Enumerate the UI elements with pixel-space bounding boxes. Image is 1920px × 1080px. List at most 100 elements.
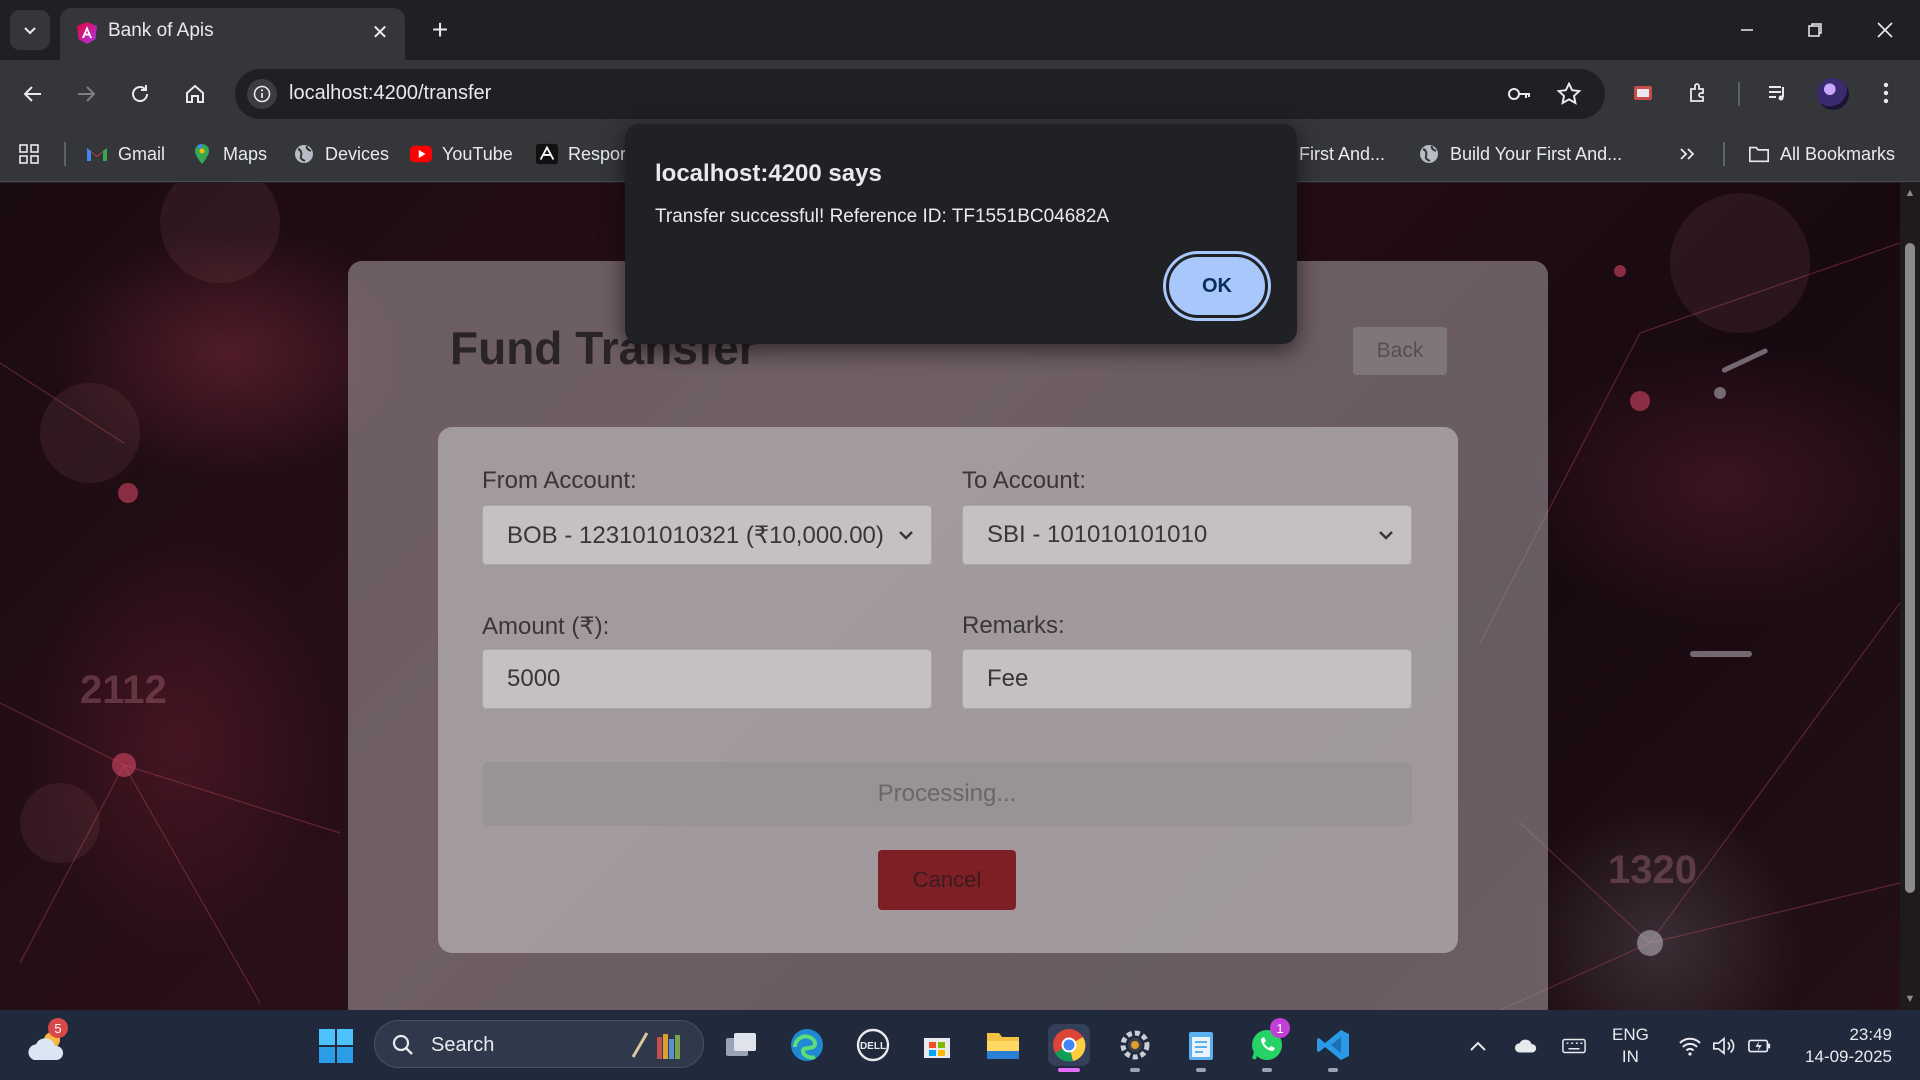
browser-tab[interactable]: Bank of Apis ✕	[60, 8, 405, 60]
region-code: IN	[1621, 1047, 1639, 1066]
edge-browser-icon[interactable]	[786, 1024, 828, 1066]
folder-icon	[1748, 143, 1770, 165]
running-app-indicator	[1196, 1068, 1206, 1072]
all-bookmarks-button[interactable]: All Bookmarks	[1748, 140, 1895, 168]
new-tab-plus-icon[interactable]: +	[422, 12, 458, 48]
bookmark-gmail[interactable]: Gmail	[86, 140, 165, 168]
to-account-select[interactable]: SBI - 101010101010	[962, 505, 1412, 565]
search-icon	[392, 1034, 413, 1055]
media-controls-icon[interactable]	[1760, 75, 1796, 111]
show-hidden-icons-chevron-icon[interactable]	[1466, 1034, 1490, 1058]
running-app-indicator	[1262, 1068, 1272, 1072]
from-account-select[interactable]: BOB - 123101010321 (₹10,000.00)	[482, 505, 932, 565]
vscode-icon[interactable]	[1312, 1024, 1354, 1072]
keyboard-icon[interactable]	[1562, 1034, 1586, 1058]
amount-label: Amount (₹):	[482, 613, 610, 640]
to-account-label: To Account:	[962, 467, 1087, 494]
minimize-icon[interactable]	[1722, 10, 1772, 50]
microsoft-store-icon[interactable]	[916, 1024, 958, 1066]
remarks-input[interactable]: Fee	[962, 649, 1412, 709]
windows-taskbar: 5 Search DELL 1 ENG IN 23:49 14-09-2025	[0, 1010, 1920, 1080]
home-icon[interactable]	[175, 74, 215, 114]
bookmark-devices[interactable]: Devices	[293, 140, 389, 168]
alert-dialog: localhost:4200 says Transfer successful!…	[625, 124, 1297, 344]
dialog-message: Transfer successful! Reference ID: TF155…	[655, 206, 1110, 227]
active-app-indicator	[1058, 1068, 1080, 1072]
file-explorer-icon[interactable]	[982, 1024, 1024, 1066]
fund-transfer-card: Fund Transfer Back From Account: BOB - 1…	[348, 261, 1548, 1010]
bookmark-maps[interactable]: Maps	[191, 140, 267, 168]
forward-arrow-icon[interactable]	[66, 74, 106, 114]
bookmark-respor[interactable]: Respor	[536, 140, 626, 168]
more-bookmarks-chevron-icon[interactable]	[1678, 140, 1696, 168]
from-account-value: BOB - 123101010321 (₹10,000.00)	[507, 521, 884, 549]
back-arrow-icon[interactable]	[13, 74, 53, 114]
search-label: Search	[431, 1034, 495, 1056]
reload-icon[interactable]	[120, 74, 160, 114]
remarks-label: Remarks:	[962, 612, 1065, 639]
onedrive-cloud-icon[interactable]	[1514, 1034, 1538, 1058]
notepad-icon[interactable]	[1180, 1024, 1222, 1072]
to-account-value: SBI - 101010101010	[987, 521, 1208, 548]
settings-gear-icon[interactable]	[1114, 1024, 1156, 1072]
wifi-icon[interactable]	[1678, 1034, 1702, 1058]
tab-strip: Bank of Apis ✕ +	[0, 0, 1920, 60]
more-menu-icon[interactable]	[1868, 75, 1904, 111]
scrollbar-thumb[interactable]	[1905, 243, 1915, 893]
task-view-icon[interactable]	[720, 1024, 762, 1066]
profile-avatar[interactable]	[1817, 78, 1849, 110]
chrome-icon[interactable]	[1048, 1024, 1090, 1072]
bookmark-build-your-first[interactable]: Build Your First And...	[1418, 140, 1622, 168]
submit-button-processing[interactable]: Processing...	[482, 762, 1412, 826]
from-account-label: From Account:	[482, 467, 637, 494]
page-scrollbar[interactable]: ▲ ▼	[1900, 183, 1920, 1010]
restore-icon[interactable]	[1790, 10, 1840, 50]
cast-icon[interactable]	[1625, 75, 1661, 111]
globe-icon	[1418, 143, 1440, 165]
extensions-puzzle-icon[interactable]	[1681, 75, 1717, 111]
whatsapp-icon[interactable]: 1	[1246, 1018, 1290, 1072]
bookmarks-divider	[64, 142, 66, 166]
globe-icon	[293, 143, 315, 165]
system-clock[interactable]: 23:49 14-09-2025	[1796, 1024, 1892, 1068]
scroll-down-arrow-icon[interactable]: ▼	[1904, 993, 1916, 1005]
svg-text:DELL: DELL	[860, 1041, 886, 1052]
battery-charging-icon[interactable]	[1748, 1034, 1772, 1058]
bookmark-star-icon[interactable]	[1555, 80, 1583, 108]
tab-close-icon[interactable]: ✕	[367, 19, 393, 45]
toolbar-divider	[1738, 82, 1740, 106]
dell-icon[interactable]: DELL	[852, 1024, 894, 1066]
scroll-up-arrow-icon[interactable]: ▲	[1904, 187, 1916, 199]
apps-grid-icon[interactable]	[18, 140, 40, 168]
volume-icon[interactable]	[1712, 1034, 1736, 1058]
back-button[interactable]: Back	[1353, 327, 1447, 375]
bookmark-first-and[interactable]: r First And...	[1288, 140, 1385, 168]
search-highlight-books-icon	[631, 1032, 680, 1059]
browser-toolbar: localhost:4200/transfer	[0, 60, 1920, 128]
youtube-icon	[410, 143, 432, 165]
dialog-title: localhost:4200 says	[655, 160, 882, 187]
maps-pin-icon	[191, 143, 213, 165]
ok-button[interactable]: OK	[1166, 254, 1268, 318]
password-key-icon[interactable]	[1505, 80, 1533, 108]
tab-title: Bank of Apis	[108, 20, 214, 41]
input-language[interactable]: ENG IN	[1612, 1024, 1649, 1068]
close-window-icon[interactable]	[1860, 10, 1910, 50]
windows-start-icon[interactable]	[318, 1028, 354, 1064]
language-code: ENG	[1612, 1025, 1649, 1044]
amount-input[interactable]: 5000	[482, 649, 932, 709]
site-info-icon[interactable]	[247, 79, 277, 109]
url-text[interactable]: localhost:4200/transfer	[289, 82, 491, 105]
tab-search-chevron-icon[interactable]	[10, 10, 50, 50]
gmail-icon	[86, 143, 108, 165]
bookmarks-divider	[1723, 142, 1725, 166]
whatsapp-badge: 1	[1270, 1018, 1290, 1038]
clock-time: 23:49	[1849, 1025, 1892, 1044]
taskbar-search[interactable]: Search	[374, 1020, 704, 1068]
address-bar[interactable]: localhost:4200/transfer	[235, 69, 1605, 119]
cancel-button[interactable]: Cancel	[878, 850, 1016, 910]
running-app-indicator	[1130, 1068, 1140, 1072]
bookmark-youtube[interactable]: YouTube	[410, 140, 513, 168]
chevron-down-icon	[899, 531, 913, 540]
a-logo-icon	[536, 143, 558, 165]
